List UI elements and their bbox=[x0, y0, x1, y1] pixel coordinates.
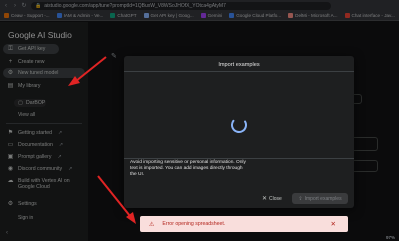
dialog-footer-divider bbox=[124, 158, 354, 159]
warning-icon: ⚠ bbox=[149, 221, 155, 228]
error-message: Error opening spreadsheet. bbox=[162, 221, 226, 227]
dialog-title: Import examples bbox=[218, 62, 260, 68]
import-examples-dialog: Import examples Avoid importing sensitiv… bbox=[124, 56, 354, 208]
error-toast: ⚠ Error opening spreadsheet. ✕ bbox=[140, 216, 348, 232]
close-icon: ✕ bbox=[262, 196, 268, 202]
zoom-level: 97% bbox=[385, 235, 395, 240]
upload-icon: ⇪ bbox=[298, 195, 303, 202]
close-button[interactable]: ✕ Close bbox=[262, 195, 282, 203]
import-note: Avoid importing sensitive or personal in… bbox=[130, 160, 246, 177]
loading-spinner-icon bbox=[231, 117, 247, 133]
import-examples-button[interactable]: ⇪ Import examples bbox=[292, 193, 348, 204]
dialog-divider bbox=[124, 71, 354, 72]
toast-close-icon[interactable]: ✕ bbox=[331, 220, 336, 228]
